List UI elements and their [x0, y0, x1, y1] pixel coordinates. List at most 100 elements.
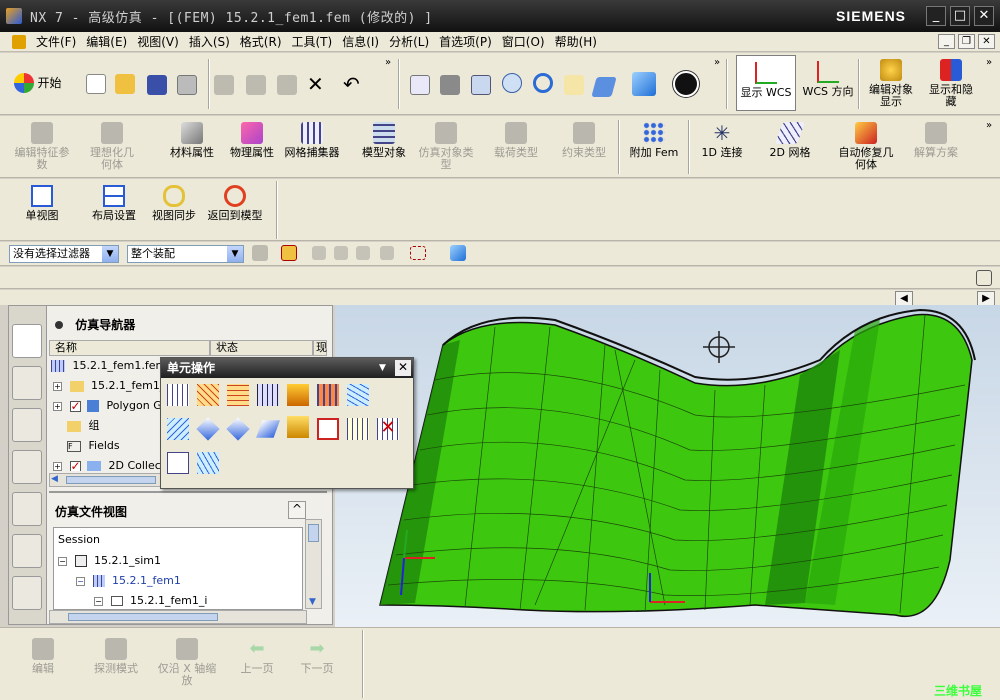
tree-row-groups[interactable]: 组 [67, 419, 100, 433]
palette-close-button[interactable]: ✕ [395, 360, 411, 376]
auto-repair-button[interactable]: 自动修复几何体 [836, 122, 896, 171]
constraint-navigator-tab[interactable] [12, 450, 42, 484]
element-quality-icon[interactable] [197, 452, 219, 474]
print-icon[interactable] [177, 75, 197, 95]
tree-row-fem-sub[interactable]: + 15.2.1_fem1_ [53, 379, 165, 393]
tree-row-fields[interactable]: F Fields [67, 439, 120, 453]
sim-object-type-button[interactable]: 仿真对象类型 [414, 122, 478, 171]
prev-page-button[interactable]: ⬅ 上一页 [232, 638, 282, 675]
material-props-button[interactable]: 材料属性 [164, 122, 220, 159]
expand-icon[interactable]: − [94, 596, 103, 606]
extrude-element-icon[interactable] [197, 384, 219, 406]
expand-icon[interactable]: − [76, 576, 85, 586]
menu-view[interactable]: 视图(V) [137, 33, 179, 50]
scroll-left-icon[interactable]: ◀ [895, 291, 913, 306]
model-object-button[interactable]: 模型对象 [356, 122, 412, 159]
revolve-element-icon[interactable] [227, 384, 249, 406]
selection-filter-dropdown[interactable]: 没有选择过滤器 ▼ [9, 245, 119, 263]
combine-tri-icon[interactable] [167, 418, 189, 440]
delete-mesh-icon[interactable]: ✕ [377, 418, 399, 440]
layout-settings-button[interactable]: 布局设置 [86, 185, 142, 222]
scroll-thumb[interactable] [68, 613, 218, 621]
copy-icon[interactable] [246, 75, 266, 95]
mdi-minimize-button[interactable]: _ [938, 34, 955, 49]
file-view-h-scrollbar[interactable] [49, 610, 307, 624]
cut-icon[interactable] [214, 75, 234, 95]
constraint-type-button[interactable]: 约束类型 [554, 122, 614, 159]
menu-preferences[interactable]: 首选项(P) [439, 33, 492, 50]
file-row-idealized[interactable]: − 15.2.1_fem1_i [94, 594, 207, 608]
attach-fem-button[interactable]: 附加 Fem [626, 122, 682, 159]
magnify-icon[interactable] [502, 73, 522, 93]
start-button[interactable]: 开始 [14, 73, 72, 93]
scope-dropdown[interactable]: 整个装配 ▼ [127, 245, 244, 263]
reflect-element-icon[interactable] [317, 384, 339, 406]
modify-connectivity-icon[interactable] [317, 418, 339, 440]
wcs-direction-button[interactable]: WCS 方向 [800, 61, 856, 98]
maximize-button[interactable]: □ [950, 6, 970, 26]
translate-element-icon[interactable] [287, 384, 309, 406]
scroll-right-icon[interactable]: ▶ [977, 291, 995, 306]
fit-view-icon[interactable] [410, 75, 430, 95]
assembly-navigator-tab[interactable] [12, 366, 42, 400]
close-button[interactable]: ✕ [974, 6, 994, 26]
idealize-geometry-button[interactable]: 理想化几何体 [86, 122, 138, 171]
col-extra-header[interactable]: 现 [313, 340, 327, 356]
mdi-close-button[interactable]: ✕ [978, 34, 995, 49]
scroll-down-icon[interactable]: ▼ [309, 597, 316, 607]
menu-insert[interactable]: 插入(S) [189, 33, 230, 50]
expand-icon[interactable]: + [53, 461, 62, 471]
load-type-button[interactable]: 载荷类型 [486, 122, 546, 159]
menu-window[interactable]: 窗口(O) [502, 33, 545, 50]
tree-row-polygon[interactable]: + Polygon Ge [53, 399, 169, 413]
pan-icon[interactable] [564, 75, 584, 95]
rotate-icon[interactable] [533, 73, 553, 93]
palette-header[interactable]: 单元操作 ▼ ✕ [161, 358, 413, 378]
menu-analysis[interactable]: 分析(L) [389, 33, 429, 50]
history-tab[interactable] [12, 492, 42, 526]
return-model-button[interactable]: 返回到模型 [206, 185, 264, 222]
palette-menu-icon[interactable]: ▼ [379, 358, 386, 378]
file-row-sim[interactable]: − 15.2.1_sim1 [58, 554, 161, 568]
scroll-thumb[interactable] [308, 524, 319, 542]
edit-object-display-button[interactable]: 编辑对象显示 [864, 59, 918, 108]
probe-mode-button[interactable]: 探测模式 [88, 638, 144, 675]
minimize-button[interactable]: _ [926, 6, 946, 26]
background-icon[interactable] [673, 71, 699, 97]
mesh-2d-button[interactable]: 2D 网格 [764, 122, 816, 159]
restore-view-icon[interactable] [976, 270, 992, 286]
menu-file[interactable]: 文件(F) [36, 33, 76, 50]
graphics-viewport[interactable] [335, 305, 1000, 627]
element-label-icon[interactable] [255, 420, 281, 438]
roles-tab[interactable] [12, 534, 42, 568]
orient-view-icon[interactable] [632, 72, 656, 96]
system-materials-tab[interactable] [12, 576, 42, 610]
pin-icon[interactable] [55, 321, 63, 329]
create-element-icon[interactable] [167, 384, 189, 406]
filter-settings-icon[interactable] [252, 245, 268, 261]
renumber-icon[interactable] [287, 416, 309, 438]
connect-1d-button[interactable]: ✳ 1D 连接 [696, 122, 748, 159]
part-navigator-tab[interactable] [12, 408, 42, 442]
bottom-edit-button[interactable]: 编辑 [18, 638, 68, 675]
scroll-thumb[interactable] [66, 476, 156, 484]
file-row-fem[interactable]: − 15.2.1_fem1 [76, 574, 181, 588]
scroll-left-icon[interactable]: ◀ [51, 474, 58, 484]
col-status-header[interactable]: 状态 [210, 340, 313, 356]
select-child-icon[interactable] [380, 246, 394, 260]
solution-button[interactable]: 解算方案 [906, 122, 966, 159]
open-folder-icon[interactable] [115, 74, 135, 94]
element-info-icon[interactable] [167, 452, 189, 474]
move-node-icon[interactable] [196, 417, 220, 441]
sim-navigator-tab[interactable] [12, 324, 42, 358]
show-hide-button[interactable]: 显示和隐藏 [924, 59, 978, 108]
expand-icon[interactable]: + [53, 401, 62, 411]
show-wcs-button[interactable]: 显示 WCS [736, 55, 796, 111]
menu-edit[interactable]: 编辑(E) [86, 33, 127, 50]
next-page-button[interactable]: ➡ 下一页 [292, 638, 342, 675]
snap-point-icon[interactable] [281, 245, 297, 261]
mesh-capture-button[interactable]: 网格捕集器 [284, 122, 340, 159]
render-style-icon[interactable] [591, 77, 617, 97]
menu-format[interactable]: 格式(R) [240, 33, 282, 50]
element-orientation-icon[interactable] [347, 418, 369, 440]
